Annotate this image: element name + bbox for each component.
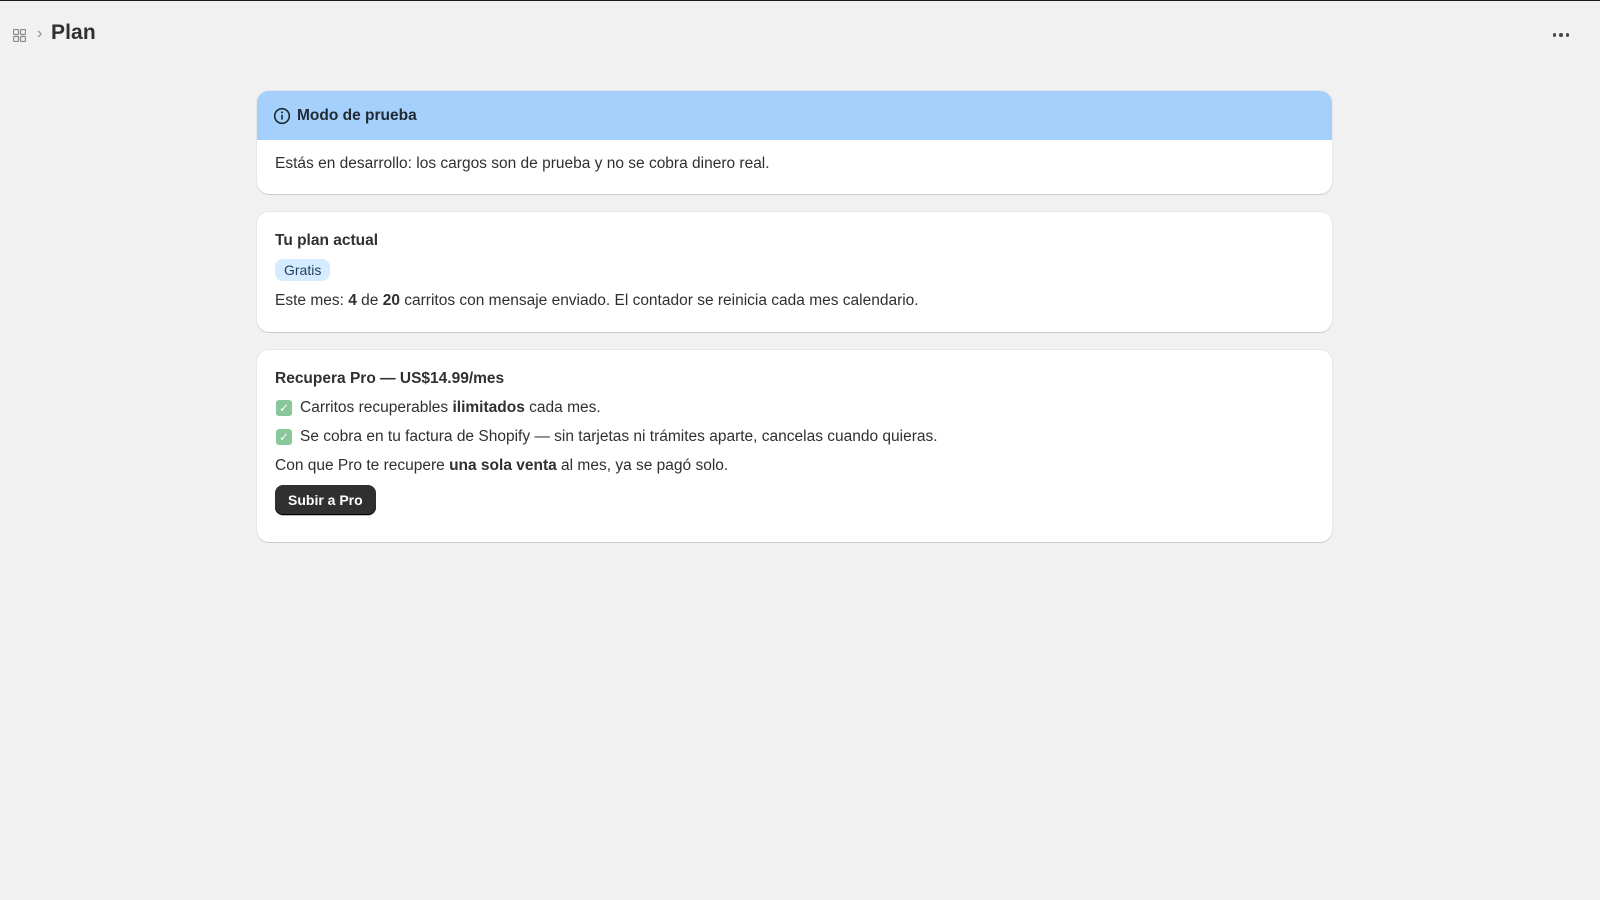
plan-badge: Gratis [275, 259, 331, 281]
pro-offer-heading: Recupera Pro — US$14.99/mes [275, 370, 505, 387]
feature-text: Carritos recuperables ilimitados cada me… [300, 399, 601, 417]
usage-text: Este mes: 4 de 20 carritos con mensaje e… [275, 292, 1314, 310]
more-dot [1559, 33, 1563, 37]
pitch-before: Con que Pro te recupere [275, 457, 450, 474]
top-bar: › Plan [0, 1, 1600, 67]
usage-prefix: Este mes: [275, 292, 349, 309]
more-dot [1552, 33, 1557, 37]
upgrade-to-pro-button[interactable]: Subir a Pro [275, 485, 376, 515]
banner-header: Modo de prueba [257, 91, 1332, 140]
breadcrumb-chevron-icon: › [37, 25, 43, 42]
info-icon [273, 107, 291, 125]
feature-item: ✓ Carritos recuperables ilimitados cada … [275, 399, 1314, 417]
check-icon: ✓ [276, 400, 292, 416]
pitch-after: al mes, ya se pagó solo. [556, 457, 729, 474]
banner-message: Estás en desarrollo: los cargos son de p… [275, 155, 770, 172]
feature-before: Carritos recuperables [300, 399, 453, 416]
pitch-text: Con que Pro te recupere una sola venta a… [275, 457, 1314, 475]
pro-offer-card: Recupera Pro — US$14.99/mes ✓ Carritos r… [257, 350, 1332, 542]
more-actions-button[interactable] [1550, 25, 1572, 45]
usage-suffix: carritos con mensaje enviado. El contado… [399, 292, 919, 309]
pitch-bold: una sola venta [449, 457, 557, 474]
page-title: Plan [51, 21, 96, 44]
feature-item: ✓ Se cobra en tu factura de Shopify — si… [275, 428, 1314, 446]
feature-text: Se cobra en tu factura de Shopify — sin … [300, 428, 938, 445]
usage-used: 4 [348, 292, 357, 309]
more-dot [1565, 33, 1570, 37]
usage-limit: 20 [382, 292, 400, 309]
test-mode-banner: Modo de prueba Estás en desarrollo: los … [257, 91, 1332, 194]
current-plan-heading: Tu plan actual [275, 232, 379, 249]
feature-after: cada mes. [524, 399, 601, 416]
feature-bold: ilimitados [452, 399, 525, 416]
banner-title: Modo de prueba [297, 106, 417, 124]
apps-grid-icon[interactable] [12, 28, 26, 42]
check-icon: ✓ [276, 429, 292, 445]
current-plan-card: Tu plan actual Gratis Este mes: 4 de 20 … [257, 212, 1332, 332]
usage-of: de [356, 292, 383, 309]
